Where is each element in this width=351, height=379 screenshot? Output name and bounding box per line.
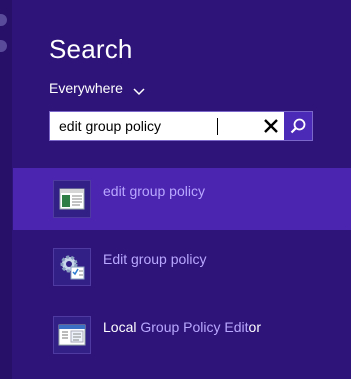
search-icon <box>290 118 306 134</box>
result-label: Local Group Policy Editor <box>103 319 261 335</box>
result-item[interactable]: Local Group Policy Editor <box>13 304 351 366</box>
clear-search-button[interactable] <box>260 115 282 137</box>
settings-app-icon <box>53 180 91 218</box>
search-box <box>49 111 313 141</box>
pane-title: Search <box>49 34 133 64</box>
gear-checklist-icon <box>53 248 91 286</box>
result-label-part: or <box>248 319 261 335</box>
close-icon <box>264 119 278 133</box>
result-item[interactable]: edit group policy <box>13 168 351 230</box>
chevron-down-icon <box>133 83 145 96</box>
result-label: edit group policy <box>103 183 205 199</box>
left-edge-strip <box>0 0 12 379</box>
result-label-part: Local <box>103 319 141 335</box>
scope-label: Everywhere <box>49 80 123 96</box>
search-charm-panel: Search Everywhere edit group policy edit… <box>0 0 351 379</box>
search-scope-dropdown[interactable]: Everywhere <box>49 80 145 96</box>
edge-handle <box>0 40 7 52</box>
text-caret <box>217 118 218 135</box>
search-button[interactable] <box>284 112 312 140</box>
result-label: Edit group policy <box>103 251 207 267</box>
result-item[interactable]: Edit group policy <box>13 236 351 298</box>
search-results-list: edit group policy Edit group policy Loca… <box>13 168 351 372</box>
group-policy-editor-icon <box>53 316 91 354</box>
result-label-match: Group Policy Edit <box>140 319 249 335</box>
search-input[interactable] <box>50 112 282 140</box>
edge-handle <box>0 14 7 26</box>
